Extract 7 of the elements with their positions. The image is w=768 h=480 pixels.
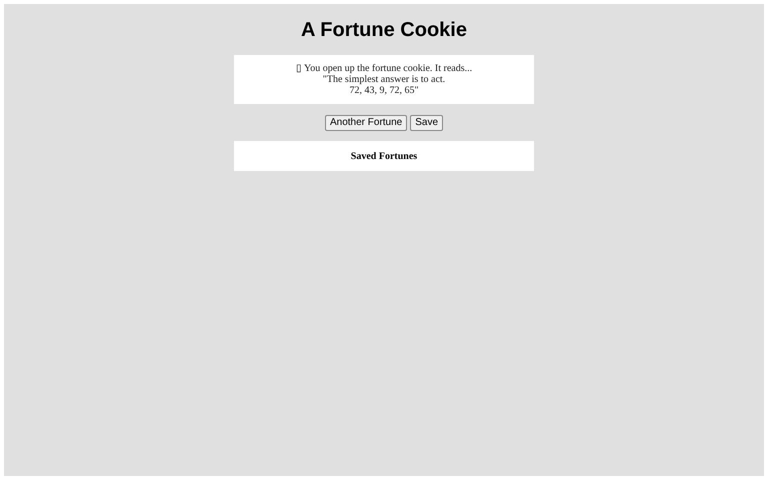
fortune-text: "The simplest answer is to act. [322,74,446,85]
another-fortune-button[interactable]: Another Fortune [324,115,408,131]
page-title: A Fortune Cookie [301,18,467,42]
save-button[interactable]: Save [410,115,444,131]
fortune-text: 72, 43, 9, 72, 65" [349,85,419,96]
saved-fortunes-heading: Saved Fortunes [350,150,418,164]
fortune-text: ▯ You open up the fortune cookie. It reads... [296,63,472,74]
